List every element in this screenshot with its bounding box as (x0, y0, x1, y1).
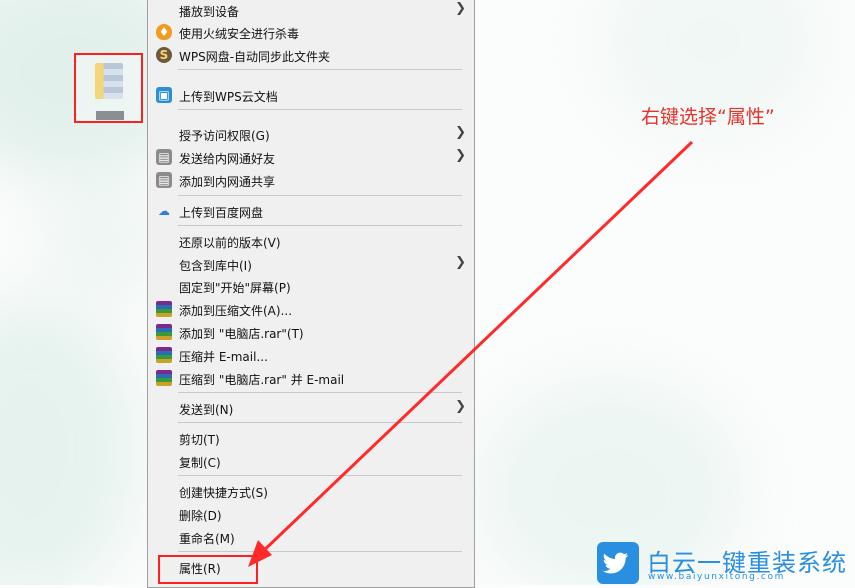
annotation-arrow (248, 140, 694, 567)
watermark-logo: 白云一键重装系统 www.baiyunxitong.com (597, 542, 852, 584)
watermark-url: www.baiyunxitong.com (648, 572, 785, 582)
twitter-bird-icon (597, 542, 639, 584)
